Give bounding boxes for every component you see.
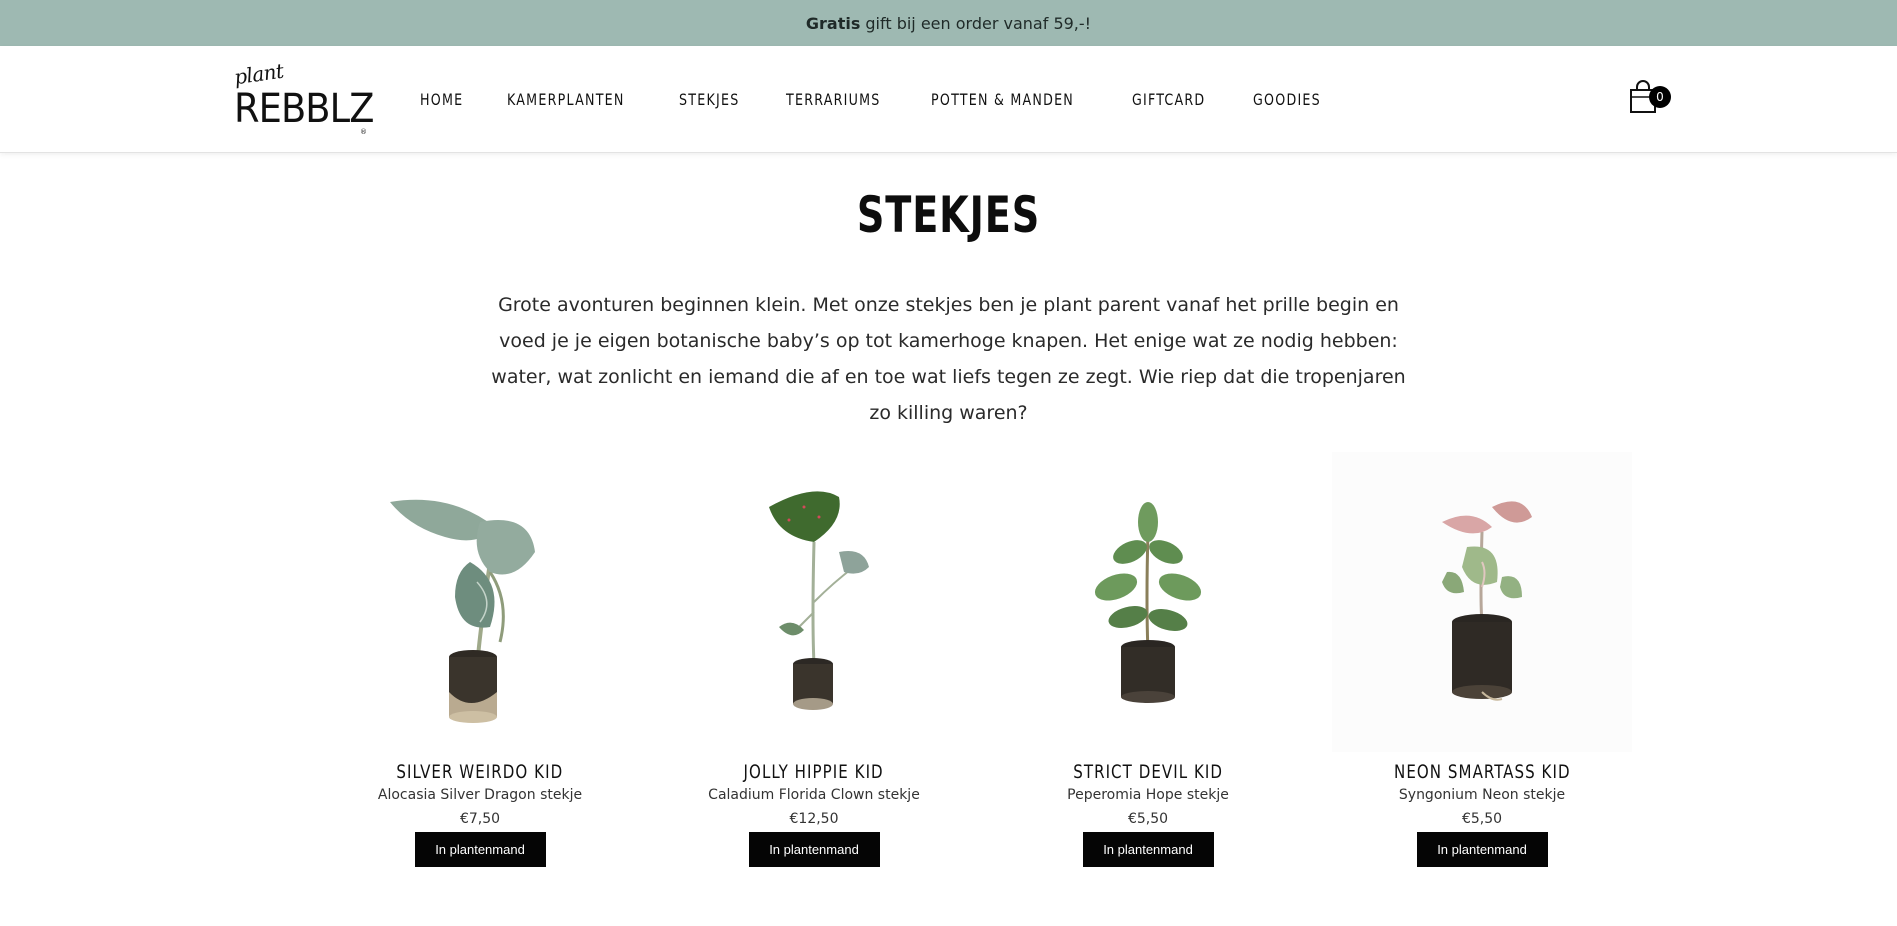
product-price: €5,50 bbox=[1461, 811, 1503, 827]
nav-item-home[interactable]: HOME bbox=[420, 90, 463, 109]
logo-small-text: plant bbox=[232, 58, 285, 90]
product-card[interactable]: STRICT DEVIL KID Peperomia Hope stekje €… bbox=[981, 452, 1315, 872]
add-to-cart-button[interactable]: In plantenmand bbox=[748, 832, 880, 867]
plant-image-icon bbox=[1442, 501, 1532, 701]
product-card[interactable]: NEON SMARTASS KID Syngonium Neon stekje … bbox=[1315, 452, 1649, 872]
add-to-cart-button[interactable]: In plantenmand bbox=[1416, 832, 1548, 867]
logo[interactable]: plant REBBLZ ® bbox=[232, 58, 375, 136]
product-subtitle: Peperomia Hope stekje bbox=[1067, 787, 1229, 803]
product-price: €12,50 bbox=[789, 811, 839, 827]
nav-item-terrariums[interactable]: TERRARIUMS bbox=[786, 90, 881, 109]
product-card[interactable]: JOLLY HIPPIE KID Caladium Florida Clown … bbox=[647, 452, 981, 872]
product-card[interactable]: SILVER WEIRDO KID Alocasia Silver Dragon… bbox=[313, 452, 647, 872]
add-to-cart-button[interactable]: In plantenmand bbox=[1082, 832, 1214, 867]
product-name[interactable]: NEON SMARTASS KID bbox=[1394, 761, 1571, 783]
plant-image-icon bbox=[1094, 502, 1202, 703]
product-price: €5,50 bbox=[1127, 811, 1169, 827]
logo-registered-mark: ® bbox=[360, 128, 367, 136]
nav-item-goodies[interactable]: GOODIES bbox=[1253, 90, 1321, 109]
nav-item-potten-manden[interactable]: POTTEN & MANDEN bbox=[931, 90, 1074, 109]
promo-text: gift bij een order vanaf 59,-! bbox=[865, 13, 1092, 33]
product-grid: SILVER WEIRDO KID Alocasia Silver Dragon… bbox=[313, 452, 1653, 872]
page-title: STEKJES bbox=[856, 186, 1041, 244]
cart-button[interactable]: 0 bbox=[1628, 78, 1671, 118]
product-image-jolly-hippie[interactable] bbox=[664, 452, 964, 752]
product-name[interactable]: STRICT DEVIL KID bbox=[1073, 761, 1223, 783]
product-image-strict-devil[interactable] bbox=[998, 452, 1298, 752]
product-subtitle: Caladium Florida Clown stekje bbox=[708, 787, 920, 803]
cart-count-badge: 0 bbox=[1649, 86, 1671, 108]
promo-bar: Gratis gift bij een order vanaf 59,-! bbox=[0, 0, 1897, 46]
plant-image-icon bbox=[769, 491, 869, 710]
add-to-cart-button[interactable]: In plantenmand bbox=[414, 832, 546, 867]
promo-bold: Gratis bbox=[805, 13, 861, 33]
product-name[interactable]: SILVER WEIRDO KID bbox=[397, 761, 564, 783]
product-image-neon-smartass[interactable] bbox=[1332, 452, 1632, 752]
product-subtitle: Syngonium Neon stekje bbox=[1398, 787, 1566, 803]
plant-image-icon bbox=[390, 499, 535, 723]
nav-item-kamerplanten[interactable]: KAMERPLANTEN bbox=[507, 90, 625, 109]
main-nav: HOME KAMERPLANTEN STEKJES TERRARIUMS POT… bbox=[420, 46, 1368, 153]
nav-item-stekjes[interactable]: STEKJES bbox=[679, 90, 740, 109]
nav-item-giftcard[interactable]: GIFTCARD bbox=[1132, 90, 1205, 109]
product-price: €7,50 bbox=[459, 811, 501, 827]
logo-big-text: REBBLZ bbox=[234, 86, 374, 132]
product-image-silver-weirdo[interactable] bbox=[330, 452, 630, 752]
product-name[interactable]: JOLLY HIPPIE KID bbox=[744, 761, 884, 783]
product-subtitle: Alocasia Silver Dragon stekje bbox=[377, 787, 583, 803]
intro-text: Grote avonturen beginnen klein. Met onze… bbox=[491, 294, 1406, 424]
site-header: plant REBBLZ ® HOME KAMERPLANTEN STEKJES… bbox=[0, 46, 1897, 153]
